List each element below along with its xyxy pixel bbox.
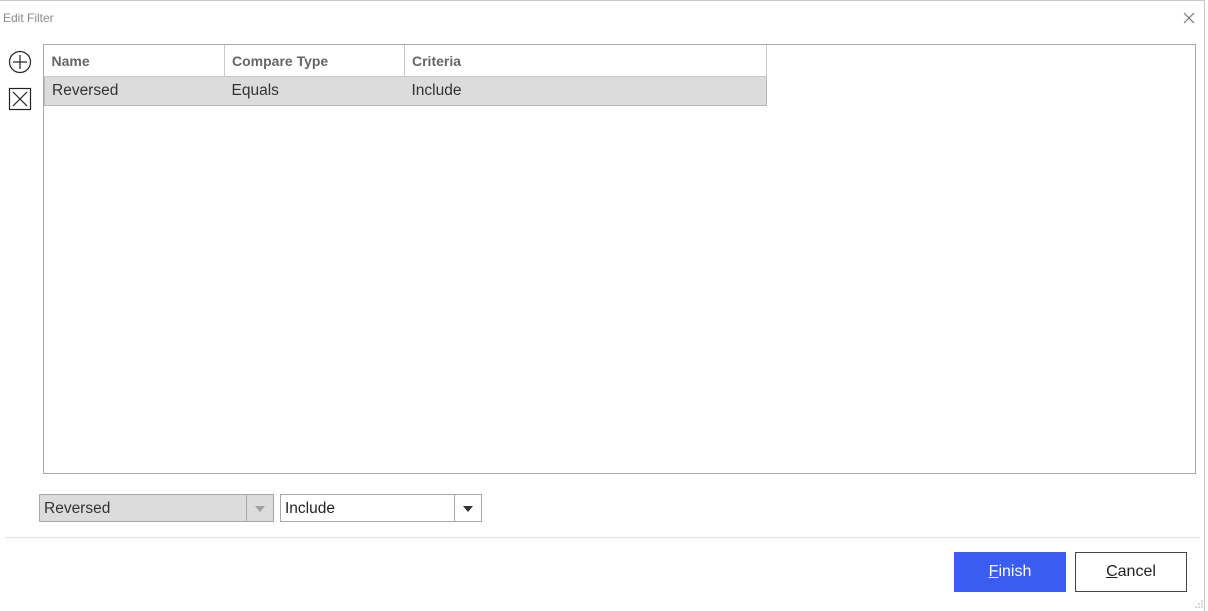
criteria-select-value: Include — [285, 500, 335, 517]
filter-grid[interactable]: Name Compare Type Criteria Reversed Equa… — [43, 44, 1196, 474]
remove-x-icon[interactable] — [8, 87, 32, 111]
footer-divider — [5, 537, 1200, 538]
name-select[interactable]: Reversed — [39, 494, 274, 522]
name-select-value: Reversed — [44, 500, 111, 517]
cancel-button[interactable]: Cancel — [1075, 552, 1187, 592]
filter-table: Name Compare Type Criteria Reversed Equa… — [44, 45, 767, 106]
column-header-name[interactable]: Name — [44, 45, 225, 77]
table-row[interactable]: Reversed Equals Include — [44, 76, 767, 106]
chevron-down-icon — [255, 506, 265, 512]
cell-criteria[interactable]: Include — [404, 76, 767, 106]
name-dropdown-button[interactable] — [246, 495, 273, 521]
column-header-compare-type[interactable]: Compare Type — [224, 45, 405, 77]
finish-button-label: Finish — [988, 563, 1032, 580]
cancel-button-label: Cancel — [1106, 563, 1156, 580]
add-circle-icon[interactable] — [8, 50, 32, 74]
criteria-select[interactable]: Include — [280, 494, 482, 522]
column-header-criteria[interactable]: Criteria — [404, 45, 767, 77]
edit-filter-dialog: Edit Filter Name Compare Type Criteria R… — [0, 0, 1205, 611]
resize-grip-icon[interactable] — [1194, 599, 1204, 609]
close-icon[interactable] — [1182, 11, 1196, 25]
dialog-title: Edit Filter — [3, 11, 54, 25]
criteria-dropdown-button[interactable] — [454, 495, 481, 521]
cell-name[interactable]: Reversed — [44, 76, 225, 106]
grid-header-row: Name Compare Type Criteria — [44, 45, 767, 77]
cell-compare-type[interactable]: Equals — [224, 76, 405, 106]
chevron-down-icon — [463, 506, 473, 512]
finish-button[interactable]: Finish — [954, 552, 1066, 592]
